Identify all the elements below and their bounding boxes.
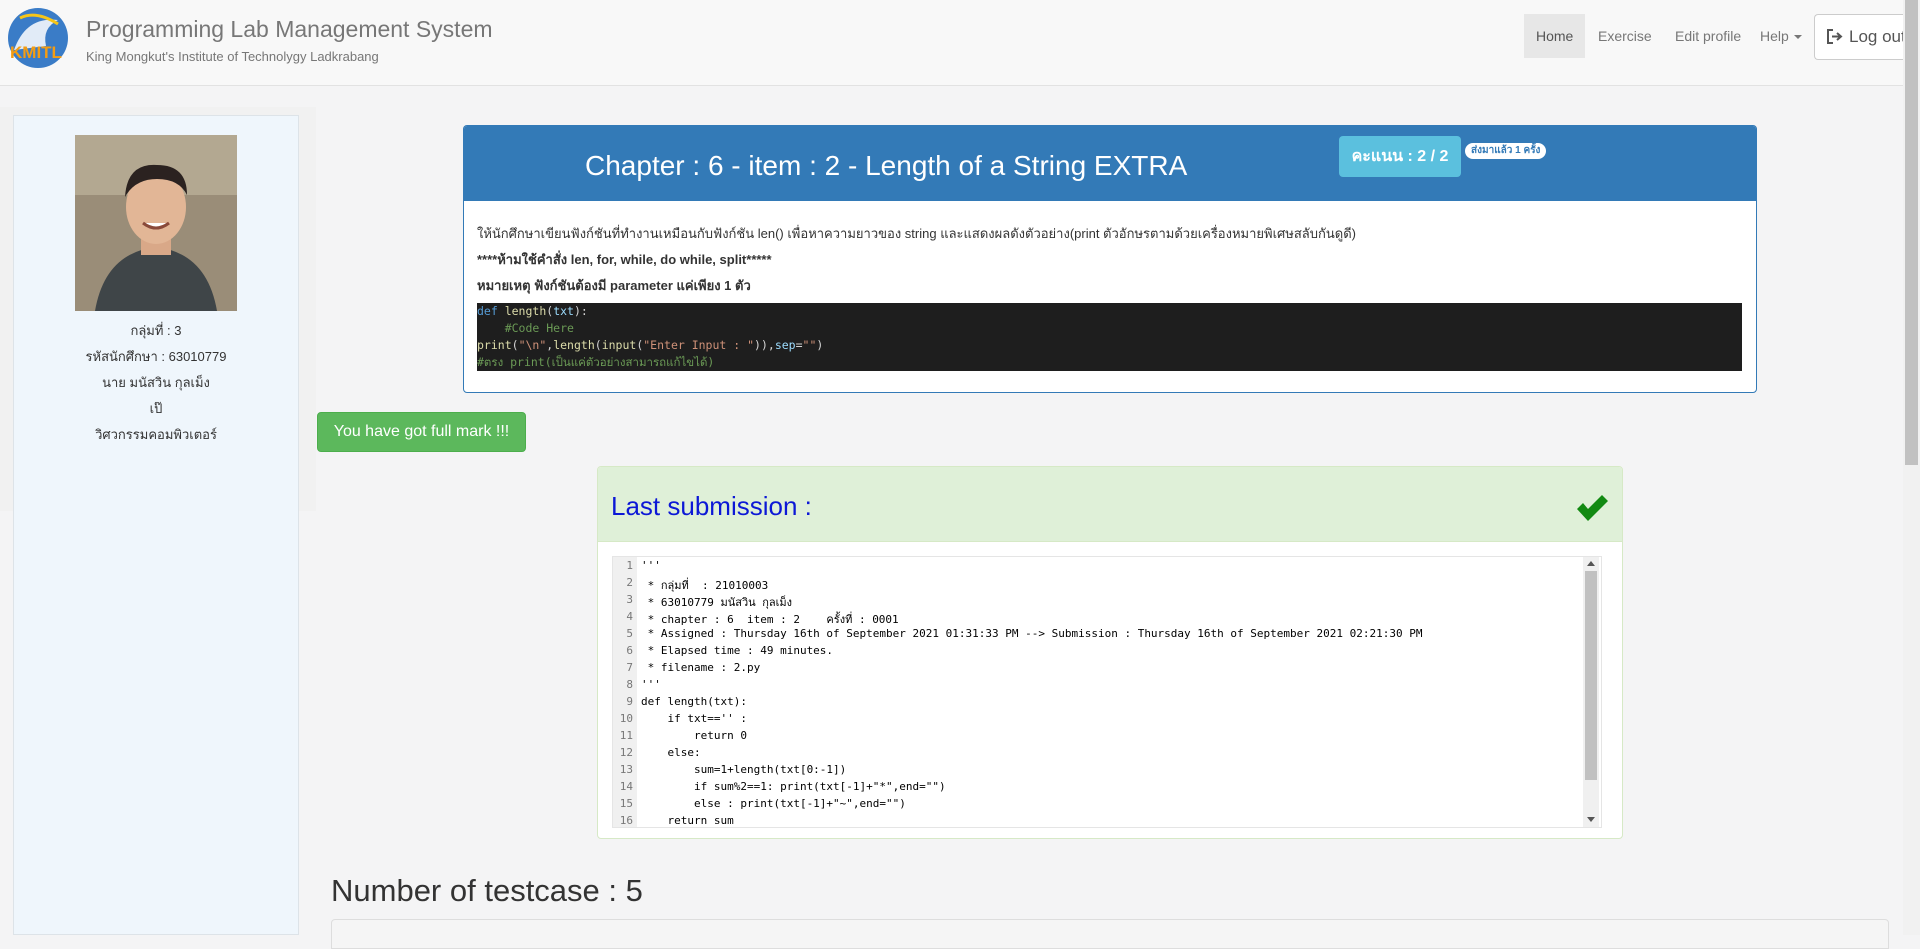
line-number: 4 — [626, 610, 633, 623]
code-line: sum=1+length(txt[0:-1]) — [641, 763, 847, 776]
app-subtitle: King Mongkut's Institute of Technolygy L… — [86, 49, 379, 64]
code-line: print("\n",length(input("Enter Input : "… — [477, 338, 824, 352]
code-line: #Code Here — [477, 321, 574, 335]
app-title[interactable]: Programming Lab Management System — [86, 16, 493, 43]
line-number: 15 — [619, 797, 633, 810]
starter-code-block: def length(txt): #Code Here print("\n",l… — [477, 303, 1742, 371]
line-number: 14 — [619, 780, 633, 793]
line-number: 13 — [619, 763, 633, 776]
nav-edit-profile[interactable]: Edit profile — [1663, 14, 1753, 58]
nav-exercise[interactable]: Exercise — [1586, 14, 1664, 58]
profile-group: กลุ่มที่ : 3 — [130, 323, 182, 338]
line-number: 5 — [626, 627, 633, 640]
code-line: else : print(txt[-1]+"~",end="") — [641, 797, 906, 810]
submission-code-editor[interactable]: 1 2 3 4 5 6 7 8 9 10 11 12 13 14 15 16 ''' * กลุ่มที่ :… — [612, 556, 1602, 828]
line-number: 2 — [626, 576, 633, 589]
profile-student-id: รหัสนักศึกษา : 63010779 — [85, 349, 227, 364]
profile-nickname: เป๊ — [149, 401, 163, 416]
problem-title: Chapter : 6 - item : 2 - Length of a Str… — [585, 150, 1188, 181]
last-submission-title: Last submission : — [611, 491, 812, 521]
nav-home[interactable]: Home — [1524, 14, 1586, 58]
last-submission-header: Last submission : — [598, 467, 1622, 542]
code-line: def length(txt): — [641, 695, 747, 708]
avatar — [75, 135, 237, 311]
nav-help-label: Help — [1760, 28, 1789, 44]
line-number: 10 — [619, 712, 633, 725]
line-number: 9 — [626, 695, 633, 708]
page-scrollbar-thumb[interactable] — [1905, 0, 1918, 465]
line-number: 3 — [626, 593, 633, 606]
logout-label: Log out — [1849, 27, 1906, 46]
line-number: 7 — [626, 661, 633, 674]
logout-icon — [1827, 29, 1843, 44]
line-number: 6 — [626, 644, 633, 657]
editor-scrollbar-thumb[interactable] — [1585, 571, 1597, 780]
problem-description: ให้นักศึกษาเขียนฟังก์ชันที่ทำงานเหมือนกั… — [477, 226, 1356, 241]
code-line: #ตรง print(เป็นแค่ตัวอย่างสามารถแก้ไขได้… — [477, 355, 715, 369]
scroll-down-icon[interactable] — [1587, 817, 1595, 822]
code-line: def length(txt): — [477, 304, 588, 318]
score-badge: คะแนน : 2 / 2 — [1339, 136, 1461, 177]
logo-text: KMITL — [10, 43, 62, 62]
nav-edit-profile-label: Edit profile — [1675, 28, 1742, 44]
caret-down-icon — [1793, 35, 1802, 40]
profile-department: วิศวกรรมคอมพิวเตอร์ — [95, 427, 217, 442]
code-line: if txt=='' : — [641, 712, 747, 725]
check-icon — [1577, 495, 1608, 521]
profile-name: นาย มนัสวิน กุลเม็ง — [102, 375, 210, 390]
testcase-count-heading: Number of testcase : 5 — [331, 873, 643, 908]
page-scrollbar[interactable] — [1903, 0, 1920, 935]
nav-exercise-label: Exercise — [1598, 28, 1652, 44]
testcase-panel — [331, 919, 1889, 949]
code-line: if sum%2==1: print(txt[-1]+"*",end="") — [641, 780, 946, 793]
problem-card: Chapter : 6 - item : 2 - Length of a Str… — [463, 125, 1757, 393]
line-number: 16 — [619, 814, 633, 827]
line-number: 8 — [626, 678, 633, 691]
nav-help-dropdown[interactable]: Help — [1748, 14, 1814, 58]
code-line: ''' — [641, 678, 661, 691]
code-line: * chapter : 6 item : 2 ครั้งที่ : 0001 — [641, 613, 899, 626]
code-line: * Elapsed time : 49 minutes. — [641, 644, 834, 657]
code-line: * filename : 2.py — [641, 661, 761, 674]
problem-header: Chapter : 6 - item : 2 - Length of a Str… — [464, 126, 1756, 201]
nav-home-label: Home — [1536, 28, 1574, 44]
last-submission-card: Last submission : 1 2 3 4 5 6 7 8 9 10 11 12 13 14 15 1… — [597, 466, 1623, 839]
line-number: 11 — [619, 729, 633, 742]
code-line: return 0 — [641, 729, 747, 742]
full-mark-alert: You have got full mark !!! — [317, 412, 526, 452]
code-line: * Assigned : Thursday 16th of September … — [641, 627, 1423, 640]
line-number: 12 — [619, 746, 633, 759]
top-navbar: KMITL Programming Lab Management System … — [0, 0, 1920, 86]
code-line: * 63010779 มนัสวิน กุลเม็ง — [641, 596, 793, 609]
scroll-up-icon[interactable] — [1587, 561, 1595, 566]
submit-count-badge: ส่งมาแล้ว 1 ครั้ง — [1465, 143, 1547, 159]
problem-note: หมายเหตุ ฟังก์ชันต้องมี parameter แค่เพี… — [477, 278, 751, 293]
editor-scrollbar[interactable] — [1583, 557, 1599, 827]
code-line: * กลุ่มที่ : 21010003 — [641, 579, 769, 592]
problem-rule: ****ห้ามใช้คำสั่ง len, for, while, do wh… — [477, 252, 772, 267]
kmitl-logo[interactable]: KMITL — [6, 6, 70, 70]
line-number: 1 — [626, 559, 633, 572]
code-line: else: — [641, 746, 701, 759]
code-line: return sum — [641, 814, 734, 827]
code-line: ''' — [641, 559, 661, 572]
